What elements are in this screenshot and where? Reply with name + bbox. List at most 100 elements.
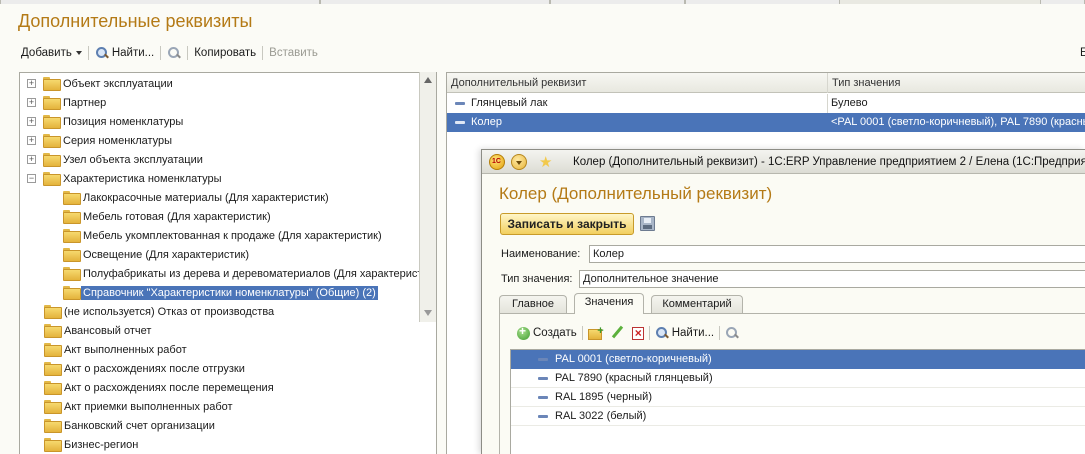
value-type-input[interactable]: Дополнительное значение bbox=[579, 270, 1085, 288]
top-tab[interactable] bbox=[1040, 0, 1085, 4]
value-row[interactable]: PAL 7890 (красный глянцевый) bbox=[511, 369, 1085, 388]
tree-item[interactable]: Лакокрасочные материалы (Для характерист… bbox=[20, 188, 420, 207]
tree-item[interactable]: + Позиция номенклатуры bbox=[20, 112, 420, 131]
top-tab[interactable] bbox=[685, 0, 840, 4]
favorite-star-icon[interactable]: ★ bbox=[539, 153, 552, 171]
value-row[interactable]: RAL 1895 (черный) bbox=[511, 388, 1085, 407]
tree-item-label: Авансовый отчет bbox=[64, 324, 152, 337]
toolbar-separator bbox=[648, 326, 650, 340]
property-icon bbox=[455, 102, 465, 105]
dialog-titlebar[interactable]: 1С ★ Колер (Дополнительный реквизит) - 1… bbox=[482, 150, 1085, 174]
values-cancel-search-button[interactable] bbox=[721, 324, 743, 342]
folder-icon bbox=[44, 400, 62, 414]
expand-icon[interactable]: + bbox=[27, 117, 36, 126]
edit-button[interactable] bbox=[606, 324, 628, 342]
tree-item[interactable]: Мебель готовая (Для характеристик) bbox=[20, 207, 420, 226]
top-tab[interactable] bbox=[0, 0, 320, 4]
tree-item-label: Позиция номенклатуры bbox=[63, 115, 184, 128]
tree-item[interactable]: Полуфабрикаты из дерева и деревоматериал… bbox=[20, 264, 422, 283]
property-sets-tree[interactable]: + Объект эксплуатации + Партнер + Позиция ном… bbox=[19, 72, 437, 454]
tree-item-label: Партнер bbox=[63, 96, 107, 109]
folder-icon bbox=[44, 305, 62, 319]
folder-icon bbox=[63, 191, 81, 205]
toolbar-overflow-label: Е bbox=[1080, 47, 1085, 59]
save-and-close-button[interactable]: Записать и закрыть bbox=[500, 213, 634, 235]
scroll-down-icon[interactable] bbox=[424, 310, 432, 316]
folder-icon bbox=[43, 172, 61, 186]
property-dialog: 1С ★ Колер (Дополнительный реквизит) - 1… bbox=[481, 149, 1085, 454]
values-list[interactable]: PAL 0001 (светло-коричневый) PAL 7890 (кр… bbox=[510, 349, 1085, 454]
values-find-button[interactable]: Найти... bbox=[651, 324, 718, 342]
value-item-icon bbox=[538, 377, 548, 380]
expand-icon[interactable]: + bbox=[27, 136, 36, 145]
tab-comment[interactable]: Комментарий bbox=[651, 295, 743, 314]
top-tab[interactable] bbox=[550, 0, 685, 4]
expand-icon[interactable]: + bbox=[27, 79, 36, 88]
column-header-property[interactable]: Дополнительный реквизит bbox=[447, 73, 827, 93]
folder-icon bbox=[63, 286, 81, 300]
tree-item-label: Полуфабрикаты из дерева и деревоматериал… bbox=[83, 267, 423, 280]
folder-icon bbox=[44, 324, 62, 338]
folder-icon bbox=[44, 362, 62, 376]
chevron-down-icon bbox=[75, 51, 82, 55]
folder-icon bbox=[44, 419, 62, 433]
main-toolbar: Добавить Найти... Копировать Вставить bbox=[16, 44, 323, 62]
tree-item[interactable]: + Серия номенклатуры bbox=[20, 131, 420, 150]
tree-item[interactable]: − Характеристика номенклатуры bbox=[20, 169, 420, 188]
tab-values[interactable]: Значения bbox=[574, 293, 644, 314]
search-icon bbox=[95, 46, 109, 60]
grid-row[interactable]: Колер <PAL 0001 (светло-коричневый), PAL … bbox=[447, 113, 1085, 132]
toolbar-separator bbox=[87, 46, 89, 60]
tree-item[interactable]: (не используется) Отказ от производства bbox=[20, 302, 420, 321]
tree-item-label: Мебель укомплектованная к продаже (Для х… bbox=[83, 229, 382, 242]
tree-item[interactable]: Бизнес-регион bbox=[20, 435, 420, 454]
cancel-search-button[interactable] bbox=[162, 44, 186, 62]
tree-item-label: Освещение (Для характеристик) bbox=[83, 248, 249, 261]
property-icon bbox=[455, 121, 465, 124]
add-button[interactable]: Добавить bbox=[16, 44, 87, 62]
tree-item[interactable]: + Объект эксплуатации bbox=[20, 74, 420, 93]
tree-item[interactable]: Освещение (Для характеристик) bbox=[20, 245, 420, 264]
tree-item[interactable]: + Узел объекта эксплуатации bbox=[20, 150, 420, 169]
tree-item[interactable]: Акт приемки выполненных работ bbox=[20, 397, 420, 416]
grid-header: Дополнительный реквизит Тип значения bbox=[447, 73, 1085, 93]
save-disk-icon[interactable] bbox=[640, 216, 655, 231]
tree-item[interactable]: Акт о расхождениях после перемещения bbox=[20, 378, 420, 397]
tree-item[interactable]: Мебель укомплектованная к продаже (Для х… bbox=[20, 226, 420, 245]
copy-button[interactable]: Копировать bbox=[189, 44, 261, 62]
tree-item[interactable]: Акт выполненных работ bbox=[20, 340, 420, 359]
folder-icon bbox=[44, 438, 62, 452]
grid-row[interactable]: Глянцевый лак Булево bbox=[447, 94, 1085, 113]
tree-item[interactable]: Акт о расхождениях после отгрузки bbox=[20, 359, 420, 378]
tree-item[interactable]: Справочник "Характеристики номенклатуры"… bbox=[20, 283, 420, 302]
top-tab[interactable] bbox=[320, 0, 550, 4]
collapse-icon[interactable]: − bbox=[27, 174, 36, 183]
folder-icon bbox=[63, 229, 81, 243]
expand-icon[interactable]: + bbox=[27, 98, 36, 107]
values-toolbar: Создать Найти... bbox=[513, 324, 743, 342]
name-input[interactable]: Колер bbox=[589, 245, 1085, 263]
folder-icon bbox=[63, 267, 81, 281]
value-row[interactable]: RAL 3022 (белый) bbox=[511, 407, 1085, 426]
paste-button[interactable]: Вставить bbox=[264, 44, 323, 62]
tree-item[interactable]: Авансовый отчет bbox=[20, 321, 420, 340]
value-item-icon bbox=[538, 358, 548, 361]
1c-logo-icon[interactable]: 1С bbox=[489, 154, 505, 170]
value-item-icon bbox=[538, 415, 548, 418]
create-group-button[interactable] bbox=[584, 324, 606, 342]
tab-main[interactable]: Главное bbox=[499, 295, 567, 314]
name-label: Наименование: bbox=[501, 248, 581, 260]
tree-item-label: Серия номенклатуры bbox=[63, 134, 173, 147]
tree-item[interactable]: + Партнер bbox=[20, 93, 420, 112]
scroll-up-icon[interactable] bbox=[424, 77, 432, 83]
tree-scrollbar[interactable] bbox=[419, 72, 436, 322]
toolbar-separator bbox=[187, 46, 189, 60]
find-button[interactable]: Найти... bbox=[90, 44, 159, 62]
window-menu-icon[interactable] bbox=[511, 154, 527, 170]
tree-item[interactable]: Банковский счет организации bbox=[20, 416, 420, 435]
column-header-type[interactable]: Тип значения bbox=[828, 73, 1085, 93]
create-button[interactable]: Создать bbox=[513, 324, 581, 342]
value-row[interactable]: PAL 0001 (светло-коричневый) bbox=[511, 350, 1085, 369]
expand-icon[interactable]: + bbox=[27, 155, 36, 164]
delete-button[interactable] bbox=[628, 324, 648, 342]
